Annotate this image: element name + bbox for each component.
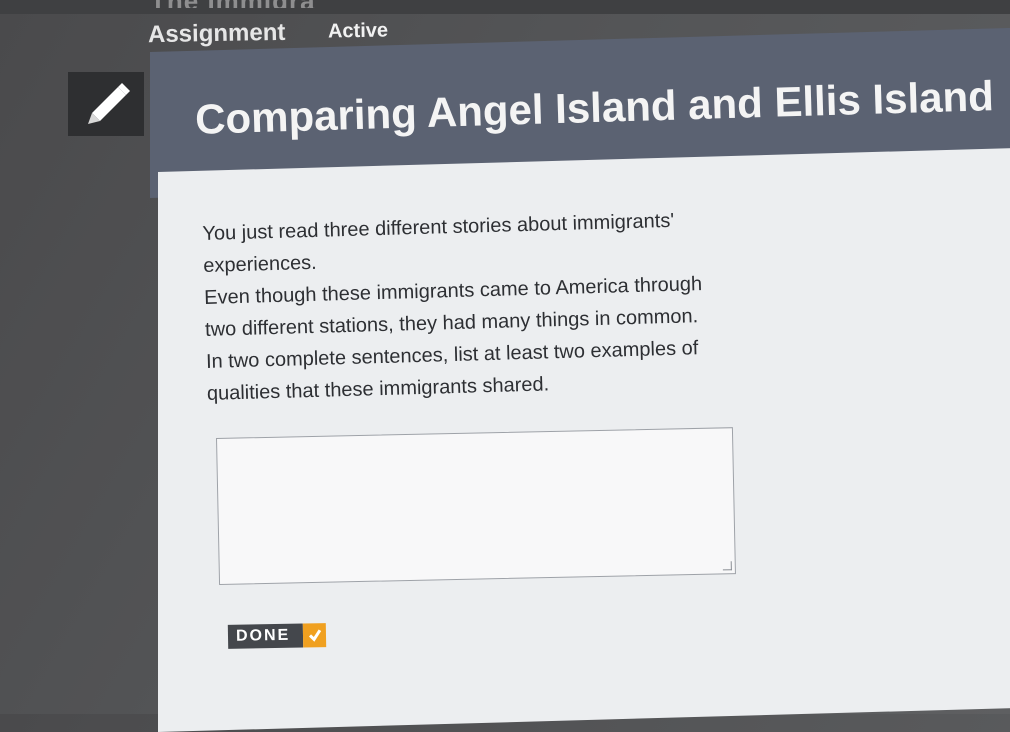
partial-page-title: The Immigra [150,0,410,8]
checkmark-icon [302,623,327,648]
done-button[interactable]: DONE [227,623,327,649]
prompt-text: You just read three different stories ab… [202,203,727,409]
edit-button[interactable] [68,72,144,136]
done-button-label: DONE [227,623,304,649]
status-label: Active [327,19,389,43]
resize-handle-icon[interactable] [722,561,732,571]
answer-textarea[interactable] [216,427,736,585]
pencil-icon [78,79,134,130]
top-strip: The Immigra [0,0,1010,14]
assignment-label: Assignment [147,18,286,49]
